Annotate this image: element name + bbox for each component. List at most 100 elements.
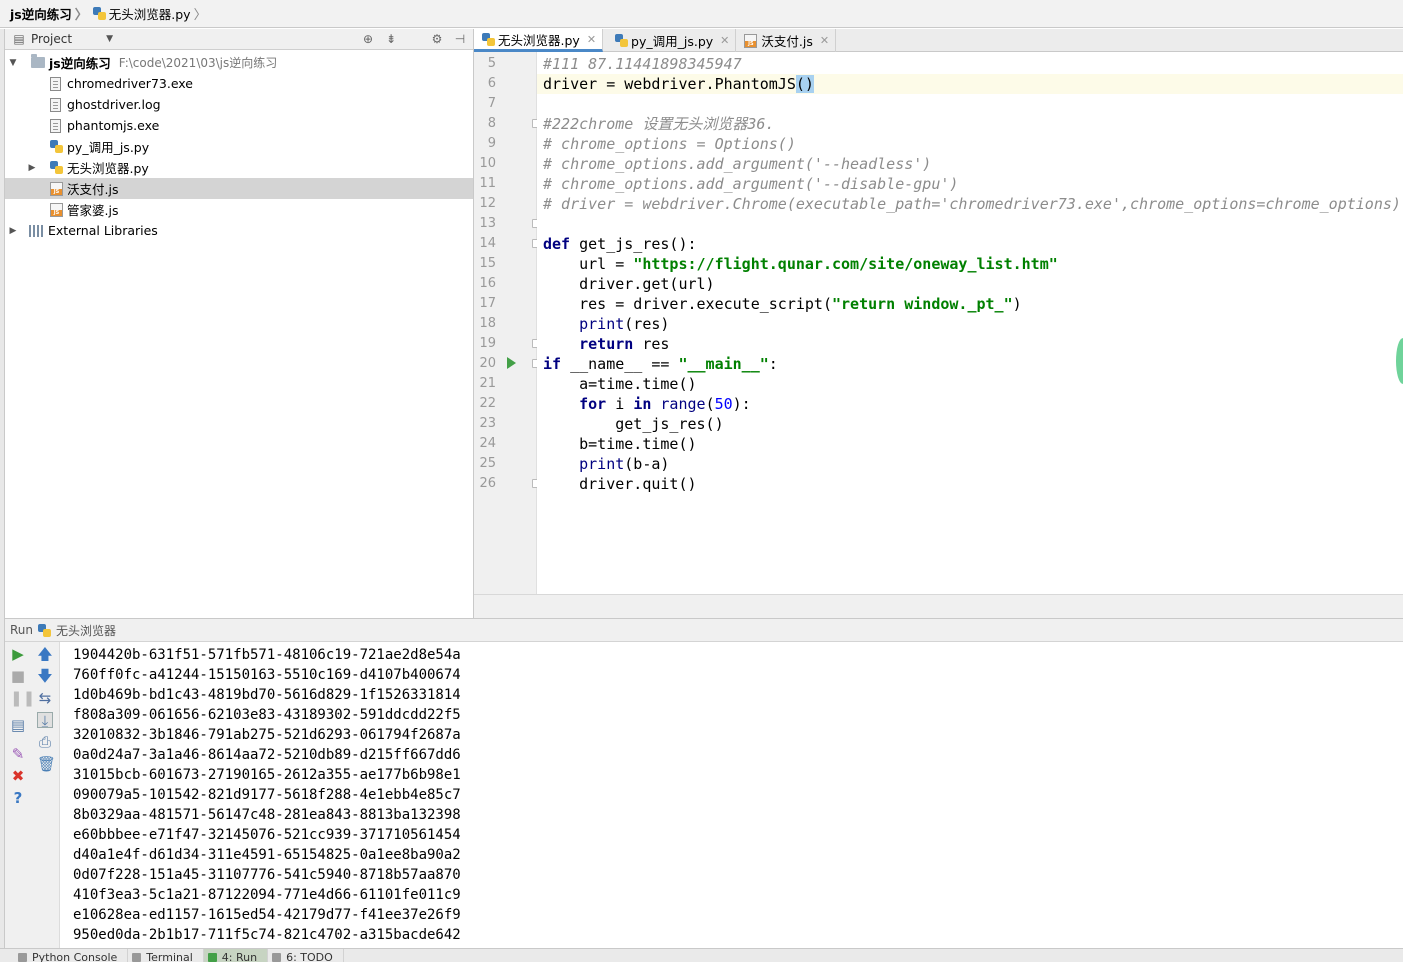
code-text: driver.quit() (543, 475, 697, 493)
run-config-name[interactable]: 无头浏览器 (56, 622, 116, 639)
keyword: def (543, 235, 571, 253)
tree-item-py-call-js[interactable]: py_调用_js.py (5, 136, 473, 157)
run-panel-label[interactable]: Run (10, 623, 33, 637)
tab-label[interactable]: Terminal (146, 951, 193, 962)
close-icon[interactable]: ✕ (720, 34, 729, 47)
print-icon[interactable]: ⎙ (37, 734, 53, 750)
root-folder-name[interactable]: js逆向练习 (49, 53, 111, 72)
console-line: 8b0329aa-481571-56147c48-281ea843-8813ba… (73, 807, 461, 823)
tree-item-phantomjs[interactable]: phantomjs.exe (5, 115, 473, 136)
scroll-to-end-icon[interactable]: ⤓ (37, 712, 53, 729)
tab-label[interactable]: 6: TODO (286, 951, 333, 962)
tab-wozhifu-js[interactable]: JS 沃支付.js ✕ (736, 29, 837, 52)
gear-icon[interactable]: ⚙ (430, 32, 444, 46)
tree-item-label[interactable]: 无头浏览器.py (67, 158, 149, 177)
tree-item-external-libraries[interactable]: ▶ External Libraries (5, 220, 473, 241)
string-literal: "__main__" (678, 355, 769, 373)
file-icon (50, 118, 61, 133)
chevron-down-icon[interactable]: ▼ (7, 58, 19, 68)
code-text: (b-a) (624, 455, 670, 473)
help-icon[interactable]: ? (10, 790, 26, 806)
collapse-all-icon[interactable]: ⇟ (384, 32, 398, 46)
code-line-15: url = "https://flight.qunar.com/site/one… (543, 254, 1058, 274)
line-number: 14 (479, 236, 496, 251)
arrow-up-icon[interactable]: 🡅 (37, 646, 53, 662)
tree-item-label[interactable]: 沃支付.js (67, 179, 118, 198)
close-icon[interactable]: ✕ (587, 33, 596, 46)
line-number: 20 (479, 356, 496, 371)
tab-label[interactable]: 4: Run (222, 951, 257, 962)
pause-icon[interactable]: ❚❚ (10, 690, 35, 706)
run-gutter-icon[interactable] (507, 357, 516, 369)
project-panel-title[interactable]: Project (31, 32, 72, 46)
project-view-icon: ▤ (13, 32, 25, 46)
bracket-highlight: () (795, 75, 814, 93)
tab-py-call-js[interactable]: py_调用_js.py ✕ (603, 29, 737, 52)
tree-item-label[interactable]: phantomjs.exe (67, 118, 159, 133)
project-name[interactable]: js逆向练习 (10, 4, 72, 23)
code-line-24: b=time.time() (543, 434, 696, 454)
tree-item-label[interactable]: ghostdriver.log (67, 97, 161, 112)
tree-item-wozhifu-js[interactable]: JS 沃支付.js (5, 178, 473, 199)
chevron-right-icon[interactable]: ▶ (7, 226, 19, 236)
close-icon[interactable]: ✕ (820, 34, 829, 47)
arrow-down-icon[interactable]: 🡇 (37, 668, 53, 684)
line-number: 7 (487, 96, 496, 111)
code-editor[interactable]: #111 87.11441898345947 driver = webdrive… (537, 52, 1403, 594)
code-line-14: def get_js_res(): (543, 234, 697, 254)
rerun-icon[interactable]: ▶ (10, 646, 26, 662)
tab-run[interactable]: 4: Run (203, 949, 269, 962)
tree-item-label[interactable]: py_调用_js.py (67, 137, 149, 156)
console-line: e60bbbee-e71f47-32145076-521cc939-371710… (73, 827, 461, 843)
tree-item-label[interactable]: chromedriver73.exe (67, 76, 193, 91)
tree-item-headless-browser[interactable]: ▶ 无头浏览器.py (5, 157, 473, 178)
file-name[interactable]: 无头浏览器.py (109, 4, 191, 23)
line-number: 10 (479, 156, 496, 171)
locate-file-icon[interactable]: ⊕ (361, 32, 375, 46)
breadcrumb-file[interactable]: 无头浏览器.py 〉 (92, 4, 212, 23)
keyword: for (579, 395, 607, 413)
js-file-icon: JS (744, 33, 758, 48)
code-text: res (633, 335, 670, 353)
editor-gutter: 5 6 7 8 9 10 11 12 13 14 15 16 17 18 19 … (474, 52, 541, 594)
tree-item-chromedriver[interactable]: chromedriver73.exe (5, 73, 473, 94)
soft-wrap-icon[interactable]: ⇆ (37, 690, 53, 706)
chevron-right-icon[interactable]: ▶ (26, 163, 38, 173)
line-number: 8 (487, 116, 496, 131)
line-number: 26 (479, 476, 496, 491)
tab-label[interactable]: Python Console (32, 951, 117, 962)
stop-icon[interactable]: ■ (10, 668, 26, 684)
tree-item-label[interactable]: External Libraries (48, 223, 158, 238)
tab-terminal[interactable]: Terminal (128, 949, 204, 962)
code-line-8: #222chrome 设置无头浏览器36. (543, 114, 774, 134)
folder-icon (31, 54, 45, 68)
tab-label[interactable]: py_调用_js.py (631, 31, 713, 50)
assistant-bubble-icon[interactable] (1396, 338, 1403, 384)
python-file-icon (92, 7, 106, 20)
breadcrumb-project[interactable]: js逆向练习〉 (10, 4, 93, 23)
tree-root[interactable]: ▼ js逆向练习 F:\code\2021\03\js逆向练习 (5, 52, 473, 73)
tree-item-label[interactable]: 管家婆.js (67, 200, 118, 219)
layout-icon[interactable]: ▤ (10, 717, 26, 733)
line-number: 15 (479, 256, 496, 271)
tab-todo[interactable]: 6: TODO (268, 949, 344, 962)
editor-tab-bar: 无头浏览器.py ✕ py_调用_js.py ✕ JS 沃支付.js ✕ (474, 29, 1403, 52)
hide-panel-icon[interactable]: ⊣ (453, 32, 467, 46)
project-panel: ▤ Project ▼ ⊕ ⇟ ⚙ ⊣ ▼ js逆向练习 F:\code\202… (5, 29, 474, 618)
close-icon[interactable]: ✖ (10, 768, 26, 784)
tab-label[interactable]: 无头浏览器.py (498, 30, 580, 49)
console-line: 760ff0fc-a41244-15150163-5510c169-d4107b… (73, 667, 461, 683)
bottom-tool-bar: Python Console Terminal 4: Run 6: TODO (0, 948, 1403, 962)
line-number: 19 (479, 336, 496, 351)
tab-python-console[interactable]: Python Console (14, 949, 129, 962)
pin-icon[interactable]: ✎ (10, 746, 26, 762)
tree-item-ghostdriver-log[interactable]: ghostdriver.log (5, 94, 473, 115)
console-line: 0d07f228-151a45-31107776-541c5940-8718b5… (73, 867, 461, 883)
tree-item-guanjiapo-js[interactable]: JS 管家婆.js (5, 199, 473, 220)
tab-headless-browser[interactable]: 无头浏览器.py ✕ (474, 29, 604, 52)
chevron-down-icon[interactable]: ▼ (106, 34, 113, 44)
tab-label[interactable]: 沃支付.js (761, 31, 812, 50)
trash-icon[interactable]: 🗑 (37, 756, 56, 772)
console-output[interactable]: 1904420b-631f51-571fb571-48106c19-721ae2… (60, 642, 1403, 948)
